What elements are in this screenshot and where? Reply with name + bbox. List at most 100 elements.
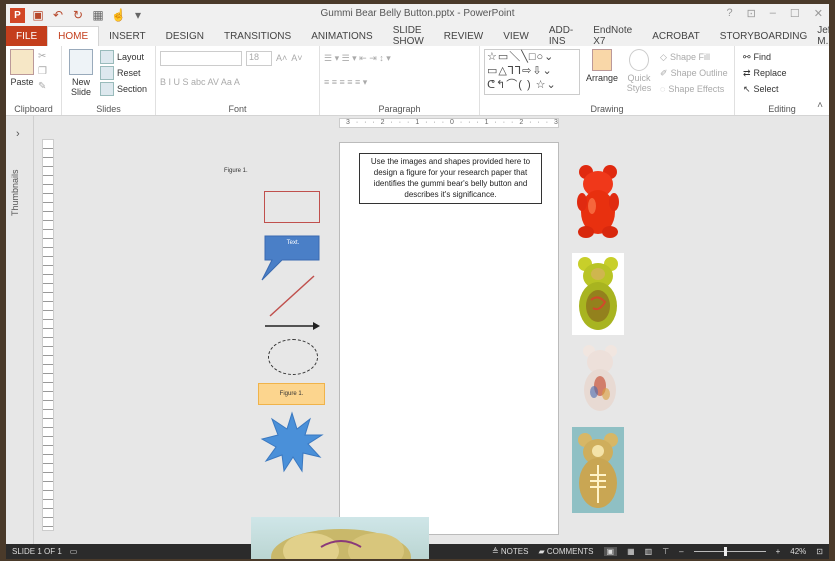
ellipse-shape[interactable]	[268, 339, 318, 375]
cut-icon[interactable]: ✂	[38, 51, 47, 62]
replace-icon: ⇄	[743, 67, 751, 78]
reset-icon	[100, 66, 114, 80]
slide-sorter-icon[interactable]: ▦	[627, 547, 635, 556]
replace-button[interactable]: ⇄ Replace	[743, 65, 825, 81]
tab-slide-show[interactable]: SLIDE SHOW	[383, 25, 434, 47]
skeleton-bear-image[interactable]	[573, 429, 623, 511]
tab-acrobat[interactable]: ACROBAT	[642, 26, 710, 46]
paragraph-group: ☰ ▾ ☰ ▾ ⇤ ⇥ ↕ ▾ ≡ ≡ ≡ ≡ ≡ ▾ Paragraph	[320, 46, 480, 115]
expand-thumbnails-icon[interactable]: ›	[16, 128, 20, 140]
shapes-gallery[interactable]: ☆▭＼╲□○⌄ ▭△⅂⅂⇨⇩⌄ ᕦ↰⌒( ) ☆⌄	[484, 49, 580, 95]
close-button[interactable]: ✕	[814, 7, 823, 20]
zoom-slider[interactable]	[693, 547, 766, 556]
zoom-level[interactable]: 42%	[790, 547, 806, 556]
layout-icon	[100, 50, 114, 64]
red-gummy-bear-image[interactable]	[574, 162, 622, 240]
bullets-row[interactable]: ☰ ▾ ☰ ▾ ⇤ ⇥ ↕ ▾	[324, 49, 475, 67]
tab-animations[interactable]: ANIMATIONS	[301, 26, 382, 46]
clipboard-label: Clipboard	[14, 104, 53, 114]
tab-insert[interactable]: INSERT	[99, 26, 156, 46]
instructions-textbox[interactable]: Use the images and shapes provided here …	[359, 153, 542, 204]
quick-styles-button[interactable]: Quick Styles	[624, 49, 654, 97]
clipboard-group: Paste ✂ ❐ ✎ Clipboard	[6, 46, 62, 115]
redo-icon[interactable]: ↻	[71, 8, 85, 22]
zoom-slider-thumb[interactable]	[723, 547, 727, 556]
shape-outline-button[interactable]: ✐ Shape Outline	[660, 65, 728, 81]
ribbon-display-button[interactable]: ⊡	[747, 7, 756, 20]
account-name: Jeffrey M...	[817, 25, 829, 47]
layout-button[interactable]: Layout	[100, 49, 147, 65]
quick-access-toolbar: P ▣ ↶ ↻ ▦ ☝ ▾	[6, 7, 145, 23]
shape-effects-button[interactable]: ◌ Shape Effects	[660, 81, 728, 97]
fit-slide-icon[interactable]: ⊡	[816, 547, 823, 556]
clear-anatomy-bear-image[interactable]	[578, 342, 622, 416]
slideshow-view-icon[interactable]: ⊤	[662, 547, 669, 556]
belly-closeup-graphic	[271, 529, 411, 559]
new-slide-button[interactable]: New Slide	[66, 49, 96, 97]
notes-button[interactable]: ≜ NOTES	[492, 547, 529, 556]
ribbon: Paste ✂ ❐ ✎ Clipboard New Slide Layout R…	[6, 46, 829, 116]
reset-button[interactable]: Reset	[100, 65, 147, 81]
editing-group: ⚯ Find ⇄ Replace ↖ Select Editing ˄	[735, 46, 829, 115]
font-name-combo[interactable]	[160, 50, 242, 66]
customize-qat-icon[interactable]: ▾	[131, 8, 145, 22]
maximize-button[interactable]: ☐	[790, 7, 800, 20]
zoom-in-icon[interactable]: +	[776, 547, 781, 556]
save-icon[interactable]: ▣	[31, 8, 45, 22]
normal-view-icon[interactable]: ▣	[603, 547, 618, 556]
tab-design[interactable]: DESIGN	[156, 26, 214, 46]
green-anatomy-bear-image[interactable]	[573, 254, 623, 334]
rectangle-shape[interactable]	[264, 191, 320, 223]
thumbnails-label: Thumbnails	[10, 169, 20, 216]
tab-home[interactable]: HOME	[47, 26, 100, 46]
font-size-combo[interactable]: 18	[246, 50, 272, 66]
spell-check-icon[interactable]: ▭	[70, 547, 78, 556]
figure-label-text[interactable]: Figure 1.	[224, 168, 248, 174]
section-button[interactable]: Section	[100, 81, 147, 97]
tab-storyboarding[interactable]: STORYBOARDING	[710, 26, 817, 46]
tab-review[interactable]: REVIEW	[434, 26, 493, 46]
tab-view[interactable]: VIEW	[493, 26, 539, 46]
arrow-shape[interactable]	[263, 320, 321, 332]
grow-font-icon[interactable]: A˄	[276, 53, 287, 63]
reading-view-icon[interactable]: ▥	[645, 547, 653, 556]
touch-icon[interactable]: ☝	[111, 8, 126, 22]
quick-styles-icon	[629, 49, 650, 71]
tab-endnote[interactable]: EndNote X7	[583, 25, 642, 47]
shrink-font-icon[interactable]: A˅	[291, 53, 302, 63]
align-row[interactable]: ≡ ≡ ≡ ≡ ≡ ▾	[324, 73, 475, 91]
account-menu[interactable]: Jeffrey M... ▾ ●	[817, 25, 829, 47]
undo-icon[interactable]: ↶	[51, 8, 65, 22]
line-shape[interactable]	[264, 274, 320, 320]
tab-transitions[interactable]: TRANSITIONS	[214, 26, 301, 46]
help-button[interactable]: ?	[726, 7, 732, 20]
powerpoint-window: P ▣ ↶ ↻ ▦ ☝ ▾ Gummi Bear Belly Button.pp…	[6, 4, 829, 559]
zoom-out-icon[interactable]: –	[679, 547, 683, 556]
slide-canvas[interactable]: Use the images and shapes provided here …	[339, 142, 559, 535]
paste-button[interactable]: Paste	[10, 49, 34, 92]
present-icon[interactable]: ▦	[91, 8, 105, 22]
comments-button[interactable]: ▰ COMMENTS	[538, 547, 593, 556]
binoculars-icon: ⚯	[743, 51, 751, 62]
copy-icon[interactable]: ❐	[38, 66, 47, 77]
select-button[interactable]: ↖ Select	[743, 81, 825, 97]
figure-caption-box[interactable]: Figure 1.	[258, 383, 325, 405]
font-format-row[interactable]: B I U S abc AV Aa A	[160, 73, 315, 91]
effects-icon: ◌	[660, 84, 666, 94]
paste-icon	[10, 49, 34, 75]
callout-text[interactable]: Text.	[268, 240, 318, 246]
explosion-star-shape[interactable]	[260, 411, 324, 475]
arrange-button[interactable]: Arrange	[586, 49, 618, 97]
tab-add-ins[interactable]: ADD-INS	[539, 25, 583, 47]
format-painter-icon[interactable]: ✎	[38, 81, 47, 92]
cursor-icon: ↖	[743, 83, 751, 94]
minimize-button[interactable]: –	[770, 7, 776, 20]
find-button[interactable]: ⚯ Find	[743, 49, 825, 65]
editing-label: Editing	[768, 104, 796, 114]
tab-file[interactable]: FILE	[6, 26, 48, 46]
collapse-ribbon-icon[interactable]: ˄	[817, 100, 823, 111]
belly-closeup-image[interactable]	[251, 517, 429, 559]
shape-fill-button[interactable]: ◇ Shape Fill	[660, 49, 728, 65]
paint-bucket-icon: ◇	[660, 51, 667, 62]
powerpoint-logo-icon: P	[10, 7, 25, 23]
